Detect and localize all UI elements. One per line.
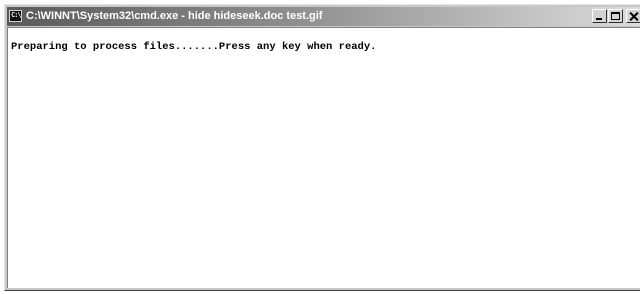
close-icon <box>630 12 638 21</box>
minimize-icon <box>596 18 602 20</box>
console-line: Preparing to process files.......Press a… <box>11 41 377 53</box>
close-button[interactable] <box>626 9 640 23</box>
command-prompt-icon-text: C:\ <box>11 11 21 19</box>
title-bar[interactable]: C:\ C:\WINNT\System32\cmd.exe - hide hid… <box>7 7 640 26</box>
command-prompt-icon[interactable]: C:\ <box>9 10 22 22</box>
window-controls <box>592 9 640 24</box>
cmd-window: C:\ C:\WINNT\System32\cmd.exe - hide hid… <box>4 4 640 291</box>
console-output[interactable]: Preparing to process files.......Press a… <box>7 27 640 288</box>
maximize-button[interactable] <box>608 9 623 23</box>
minimize-button[interactable] <box>592 9 607 23</box>
maximize-icon <box>611 12 620 20</box>
window-title: C:\WINNT\System32\cmd.exe - hide hidesee… <box>26 10 323 22</box>
